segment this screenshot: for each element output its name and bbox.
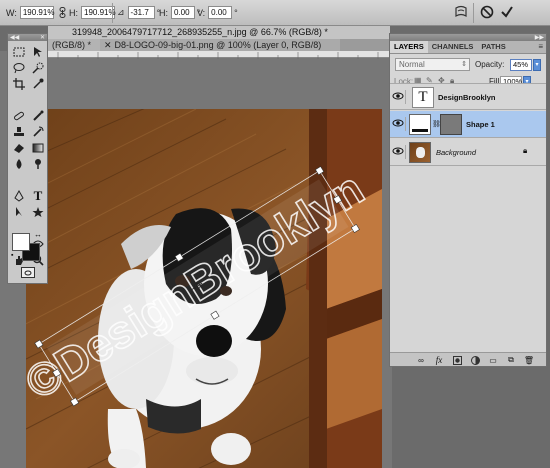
tools-panel-grip[interactable]: ◀◀ ✕ xyxy=(8,34,47,41)
layer-name: Background xyxy=(436,148,477,157)
foreground-color-swatch[interactable] xyxy=(12,233,30,251)
blend-mode-select[interactable]: Normal ⇕ xyxy=(395,58,470,71)
gradient-tool-icon[interactable] xyxy=(29,140,47,156)
type-tool-icon[interactable]: T xyxy=(29,188,47,204)
tab-doc-3[interactable]: ✕ D8-LOGO-09-big-01.png @ 100% (Layer 0, … xyxy=(100,39,340,51)
height-group: H: 190.91% xyxy=(69,5,116,20)
degree-icon: ° xyxy=(234,7,238,18)
angle-icon: ⊿ xyxy=(117,7,125,17)
delete-layer-icon[interactable]: 🗑︎ xyxy=(524,355,534,365)
layer-designbrooklyn[interactable]: T DesignBrooklyn xyxy=(390,83,546,110)
h-skew-field[interactable]: 0.00 xyxy=(171,6,195,19)
warp-icon[interactable] xyxy=(452,3,470,21)
tab-label: (RGB/8) * xyxy=(52,40,92,50)
shape-tool-icon[interactable] xyxy=(29,204,47,220)
separator xyxy=(473,3,474,23)
path-select-icon[interactable] xyxy=(10,204,28,220)
adjustment-layer-icon[interactable] xyxy=(470,355,480,365)
link-icon[interactable] xyxy=(59,5,66,20)
width-group: W: 190.91% xyxy=(6,5,54,20)
group-folder-icon[interactable]: ▭ xyxy=(488,355,498,365)
width-label: W: xyxy=(6,7,17,18)
brush-tool-icon[interactable] xyxy=(29,108,47,124)
height-label: H: xyxy=(69,7,78,18)
cancel-icon[interactable] xyxy=(478,3,496,21)
opacity-label: Opacity: xyxy=(475,60,505,69)
tab-active-doc[interactable]: 319948_2006479717712_268935255_n.jpg @ 6… xyxy=(48,26,390,39)
layer-background[interactable]: Background 🔒︎ xyxy=(390,139,546,166)
link-layers-icon[interactable]: ∞ xyxy=(416,355,426,365)
layers-panel: ▶▶ LAYERS CHANNELS PATHS ≡ Normal ⇕ Opac… xyxy=(389,33,547,367)
eyedropper-icon[interactable] xyxy=(29,76,47,92)
v-skew-group: V: 0.00 ° xyxy=(197,5,238,20)
tab-doc-2[interactable]: (RGB/8) * xyxy=(48,39,100,51)
horizontal-ruler xyxy=(48,51,390,59)
layer-thumb xyxy=(409,142,431,163)
layer-name: Shape 1 xyxy=(466,120,495,129)
quick-select-icon[interactable] xyxy=(29,60,47,76)
lasso-tool-icon[interactable] xyxy=(10,60,28,76)
layers-panel-tabs: LAYERS CHANNELS PATHS ≡ xyxy=(390,41,546,54)
layers-panel-grip[interactable]: ▶▶ xyxy=(390,34,546,41)
default-colors-icon[interactable]: ▪ xyxy=(11,252,13,259)
marquee-tool-icon[interactable] xyxy=(10,44,28,60)
quick-mask-icon[interactable] xyxy=(21,267,35,278)
separator xyxy=(112,3,113,23)
angle-field[interactable]: -31.7 xyxy=(127,6,155,19)
angle-group: ⊿ -31.7 ° xyxy=(117,5,160,20)
options-bar: W: 190.91% H: 190.91% ⊿ -31.7 ° H: 0.00 … xyxy=(0,0,550,26)
tools-panel: ◀◀ ✕ T ▪ ↔ xyxy=(7,33,48,284)
blend-row: Normal ⇕ Opacity: 45% ▾ xyxy=(390,54,546,74)
tab-paths[interactable]: PATHS xyxy=(477,41,509,53)
dropdown-icon: ⇕ xyxy=(461,61,467,68)
v-skew-label: V: xyxy=(197,7,206,18)
h-skew-group: H: 0.00 ° xyxy=(159,5,201,20)
crop-tool-icon[interactable] xyxy=(10,76,28,92)
blend-mode-value: Normal xyxy=(399,60,425,69)
pen-tool-icon[interactable] xyxy=(10,188,28,204)
layer-shape-1[interactable]: ⛓︎ Shape 1 xyxy=(390,111,546,138)
dodge-tool-icon[interactable] xyxy=(29,156,47,172)
dog-photo: ©DesignBrooklyn xyxy=(26,109,382,468)
history-brush-icon[interactable] xyxy=(29,124,47,140)
lock-icon: 🔒︎ xyxy=(523,146,528,155)
layers-footer: ∞ fx ▭ ⧉ 🗑︎ xyxy=(390,352,546,366)
swap-colors-icon[interactable]: ↔ xyxy=(34,230,42,239)
add-mask-icon[interactable] xyxy=(452,355,462,365)
visibility-eye-icon[interactable] xyxy=(392,117,406,131)
tab-label: D8-LOGO-09-big-01.png @ 100% (Layer 0, R… xyxy=(114,40,322,50)
text-layer-thumb-icon: T xyxy=(412,87,434,108)
eraser-tool-icon[interactable] xyxy=(10,140,28,156)
blur-tool-icon[interactable] xyxy=(10,156,28,172)
vector-mask-thumb xyxy=(440,114,462,135)
layer-thumb xyxy=(409,114,431,135)
visibility-eye-icon[interactable] xyxy=(392,145,406,159)
opacity-field[interactable]: 45% xyxy=(510,59,532,71)
tab-label: 319948_2006479717712_268935255_n.jpg @ 6… xyxy=(72,27,328,37)
tab-layers[interactable]: LAYERS xyxy=(390,41,428,53)
clone-stamp-icon[interactable] xyxy=(10,124,28,140)
move-tool-icon[interactable] xyxy=(29,44,47,60)
panel-menu-icon[interactable]: ≡ xyxy=(538,42,543,51)
new-layer-icon[interactable]: ⧉ xyxy=(506,355,516,365)
h-skew-label: H: xyxy=(159,7,168,18)
commit-icon[interactable] xyxy=(498,3,516,21)
fx-icon[interactable]: fx xyxy=(434,355,444,365)
v-skew-field[interactable]: 0.00 xyxy=(208,6,233,19)
opacity-dropdown-icon[interactable]: ▾ xyxy=(533,59,541,71)
tab-channels[interactable]: CHANNELS xyxy=(428,41,478,53)
visibility-eye-icon[interactable] xyxy=(392,90,406,104)
canvas-area[interactable]: ©DesignBrooklyn xyxy=(0,51,392,468)
height-field[interactable]: 190.91% xyxy=(81,6,116,19)
width-field[interactable]: 190.91% xyxy=(19,6,54,19)
layer-name: DesignBrooklyn xyxy=(438,93,496,102)
close-icon[interactable]: ✕ xyxy=(104,40,112,50)
healing-brush-icon[interactable] xyxy=(10,108,28,124)
